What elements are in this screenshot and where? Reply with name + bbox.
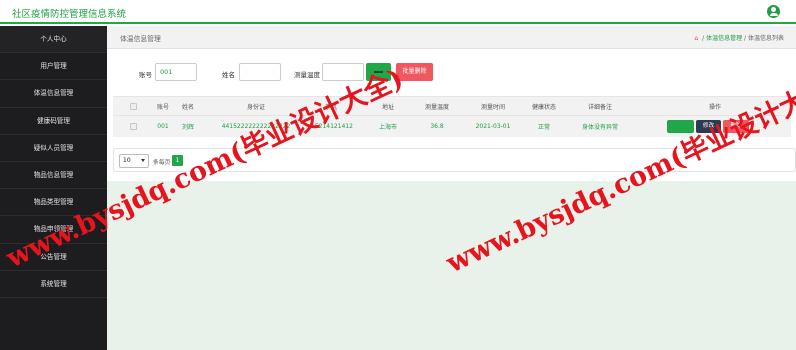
- header-time[interactable]: 测量时间: [473, 97, 513, 115]
- header-remark: 详细备注: [587, 103, 612, 111]
- temperature-input[interactable]: [322, 63, 364, 81]
- user-icon[interactable]: [767, 5, 780, 18]
- breadcrumb-path: ⌂ / 体温信息管理 / 体温信息列表: [694, 33, 784, 42]
- per-page-label: 条每页: [153, 160, 171, 166]
- header-name[interactable]: 姓名: [175, 97, 201, 115]
- breadcrumb-item-module[interactable]: 体温信息管理: [706, 35, 742, 42]
- search-button[interactable]: [366, 63, 391, 81]
- page-title: 体温信息管理: [120, 35, 161, 43]
- home-icon[interactable]: ⌂: [694, 35, 698, 42]
- row-actions: 修改 删除: [667, 116, 763, 137]
- table-header: 账号 姓名 身份证 手机 地址 测量温度 测量时间 健康状态 详细备注 操作: [113, 96, 791, 116]
- pagination: 10 条每页 1: [113, 148, 796, 172]
- sidebar-item-goods-apply[interactable]: 物品申领管理: [0, 216, 107, 244]
- cell-remark: 身体没有异常: [581, 124, 618, 131]
- view-button[interactable]: [667, 120, 694, 133]
- table-row: 001 刘辉 441522222222222222 15214121412 上海…: [113, 116, 791, 137]
- cell-phone: 15214121412: [311, 123, 353, 130]
- chevron-down-icon: [141, 159, 145, 162]
- account-input[interactable]: 001: [155, 63, 197, 81]
- cell-name: 刘辉: [181, 124, 194, 131]
- sidebar: 个人中心 用户管理 体温信息管理 健康码管理 疑似人员管理 物品信息管理 物品类…: [0, 26, 107, 350]
- account-label: 账号: [139, 71, 152, 79]
- delete-button[interactable]: 删除: [723, 120, 749, 133]
- cell-account: 001: [157, 123, 169, 130]
- row-checkbox[interactable]: [128, 116, 138, 137]
- header-health[interactable]: 健康状态: [527, 97, 561, 115]
- sidebar-item-goods-info[interactable]: 物品信息管理: [0, 162, 107, 190]
- header-actions: 操作: [708, 103, 721, 111]
- breadcrumb-item-current: 体温信息列表: [747, 35, 784, 42]
- temperature-label: 测量温度: [294, 71, 320, 79]
- header-phone[interactable]: 手机: [316, 97, 346, 115]
- batch-delete-button[interactable]: 批量删除: [396, 63, 433, 81]
- page-size-value: 10: [123, 157, 131, 164]
- sidebar-item-profile[interactable]: 个人中心: [0, 26, 107, 54]
- sidebar-item-users[interactable]: 用户管理: [0, 53, 107, 81]
- cell-temperature: 36.8: [430, 123, 444, 130]
- sidebar-item-health-code[interactable]: 健康码管理: [0, 108, 107, 135]
- top-header: 社区疫情防控管理信息系统: [0, 0, 796, 24]
- cell-id-card: 441522222222222222: [221, 123, 291, 130]
- header-id-card[interactable]: 身份证: [231, 97, 281, 115]
- breadcrumb-separator: /: [702, 35, 705, 42]
- header-account[interactable]: 账号: [150, 97, 176, 115]
- edit-button[interactable]: 修改: [696, 120, 721, 133]
- header-address[interactable]: 地址: [375, 97, 401, 115]
- data-table: 账号 姓名 身份证 手机 地址 测量温度 测量时间 健康状态 详细备注 操作 0…: [113, 96, 791, 137]
- cell-health: 正常: [537, 124, 550, 131]
- search-form: 账号 001 姓名 测量温度 批量删除: [107, 62, 796, 84]
- sidebar-item-notice[interactable]: 公告管理: [0, 244, 107, 271]
- page-size-select[interactable]: 10: [119, 154, 149, 168]
- app-title: 社区疫情防控管理信息系统: [12, 9, 127, 20]
- page-button-current[interactable]: 1: [172, 155, 183, 166]
- cell-address: 上海市: [378, 124, 397, 131]
- main-content: 体温信息管理 ⌂ / 体温信息管理 / 体温信息列表 账号 001 姓名 测量温…: [107, 26, 796, 350]
- select-all-checkbox[interactable]: [128, 97, 138, 115]
- header-temperature[interactable]: 测量温度: [418, 97, 456, 115]
- sidebar-item-goods-type[interactable]: 物品类型管理: [0, 189, 107, 217]
- breadcrumb-separator: /: [744, 35, 747, 42]
- breadcrumb: 体温信息管理 ⌂ / 体温信息管理 / 体温信息列表: [107, 26, 796, 49]
- sidebar-item-temperature[interactable]: 体温信息管理: [0, 80, 107, 108]
- sidebar-item-system[interactable]: 系统管理: [0, 271, 107, 298]
- content-background: [107, 181, 796, 350]
- cell-time: 2021-03-01: [475, 123, 511, 130]
- sidebar-item-suspected[interactable]: 疑似人员管理: [0, 135, 107, 162]
- name-input[interactable]: [239, 63, 281, 81]
- name-label: 姓名: [222, 71, 235, 79]
